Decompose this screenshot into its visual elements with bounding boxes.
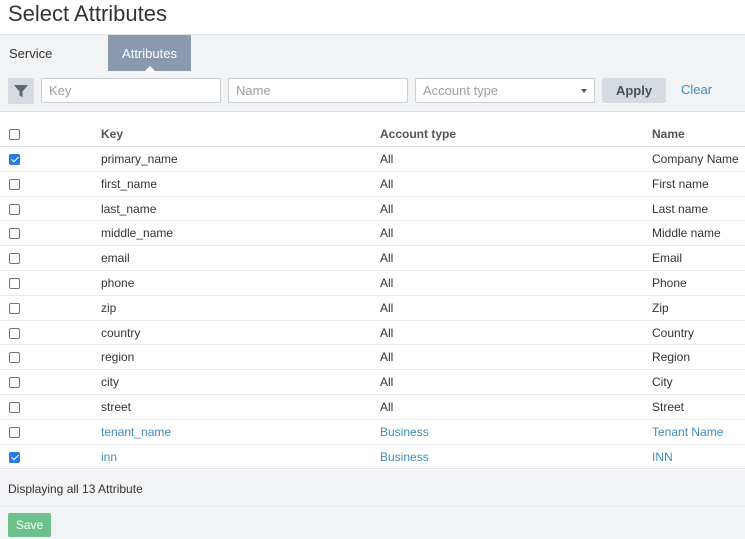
table-row[interactable]: first_name All First name: [0, 172, 745, 197]
table-body: primary_name All Company Name first_name All…: [0, 147, 745, 470]
table-header: Key Account type Name: [0, 121, 745, 147]
name-filter-input[interactable]: [228, 78, 408, 103]
cell-account-type: All: [380, 152, 394, 166]
row-checkbox[interactable]: [9, 451, 20, 463]
cell-account-type: All: [380, 251, 394, 266]
cell-name: Country: [652, 325, 695, 340]
footer: Displaying all 13 Attribute Save: [0, 470, 745, 539]
row-checkbox[interactable]: [9, 154, 20, 165]
table-row[interactable]: phone All Phone: [0, 271, 745, 296]
cell-key: first_name: [101, 176, 158, 191]
row-checkbox[interactable]: [9, 401, 20, 413]
row-checkbox[interactable]: [9, 377, 20, 389]
table-row[interactable]: zip All Zip: [0, 296, 745, 321]
cell-name: Last name: [652, 201, 709, 216]
cell-name: Street: [652, 399, 685, 414]
cell-key[interactable]: inn: [101, 450, 117, 464]
cell-name: City: [652, 375, 673, 390]
cell-key: street: [101, 399, 132, 414]
cell-key: primary_name: [101, 152, 178, 166]
table-row[interactable]: email All Email: [0, 246, 745, 271]
cell-key: last_name: [101, 201, 157, 216]
cell-account-type: All: [380, 350, 394, 365]
cell-name[interactable]: INN: [652, 450, 673, 464]
table-row[interactable]: country All Country: [0, 321, 745, 346]
row-checkbox[interactable]: [9, 253, 20, 265]
clear-link[interactable]: Clear: [681, 82, 712, 97]
key-filter-input[interactable]: [41, 78, 221, 103]
account-type-select[interactable]: Account type: [415, 78, 595, 103]
footer-divider: [0, 506, 745, 507]
cell-name: Phone: [652, 275, 687, 290]
column-header-name[interactable]: Name: [652, 127, 685, 141]
attributes-table: Key Account type Name primary_name All Com…: [0, 121, 745, 470]
cell-account-type: All: [380, 226, 394, 241]
table-row[interactable]: middle_name All Middle name: [0, 221, 745, 247]
cell-account-type: All: [380, 399, 394, 414]
cell-key[interactable]: tenant_name: [101, 425, 171, 439]
cell-key: zip: [101, 300, 117, 315]
cell-key: middle_name: [101, 226, 174, 241]
table-row[interactable]: city All City: [0, 370, 745, 395]
cell-key: region: [101, 350, 135, 365]
apply-button[interactable]: Apply: [602, 78, 666, 103]
row-checkbox[interactable]: [9, 277, 20, 289]
cell-account-type: All: [380, 300, 394, 315]
tab-bar: Service Settings Attributes: [0, 34, 745, 98]
table-row[interactable]: region All Region: [0, 345, 745, 371]
tab-service-settings[interactable]: Service Settings: [0, 35, 108, 98]
cell-name: Zip: [652, 300, 669, 315]
tab-attributes[interactable]: Attributes: [108, 35, 191, 72]
chevron-down-icon: [581, 89, 587, 93]
cell-account-type: All: [380, 375, 394, 390]
cell-account-type: All: [380, 201, 394, 216]
table-row[interactable]: primary_name All Company Name: [0, 147, 745, 172]
filter-funnel-icon: [14, 85, 28, 97]
cell-account-type: All: [380, 325, 394, 340]
row-checkbox[interactable]: [9, 203, 20, 215]
cell-account-type: All: [380, 275, 394, 290]
page-title: Select Attributes: [8, 1, 167, 26]
save-button[interactable]: Save: [8, 513, 51, 537]
cell-key: country: [101, 325, 141, 340]
cell-account-type: All: [380, 176, 394, 191]
cell-key: email: [101, 251, 130, 266]
table-row[interactable]: tenant_name Business Tenant Name: [0, 420, 745, 445]
cell-name: First name: [652, 176, 709, 191]
cell-name: Email: [652, 251, 683, 266]
table-row[interactable]: street All Street: [0, 395, 745, 420]
filter-bar: Account type Apply Clear: [0, 71, 745, 112]
column-header-key[interactable]: Key: [101, 127, 123, 141]
row-checkbox[interactable]: [9, 302, 20, 314]
cell-account-type[interactable]: Business: [380, 425, 429, 439]
cell-name: Middle name: [652, 226, 721, 241]
cell-name: Region: [652, 350, 691, 365]
cell-account-type[interactable]: Business: [380, 450, 429, 464]
row-checkbox[interactable]: [9, 228, 20, 240]
row-checkbox[interactable]: [9, 327, 20, 339]
cell-name: Company Name: [652, 152, 739, 166]
cell-key: city: [101, 375, 119, 390]
table-row[interactable]: last_name All Last name: [0, 197, 745, 222]
cell-key: phone: [101, 275, 135, 290]
status-text: Displaying all 13 Attribute: [8, 482, 143, 496]
table-row[interactable]: inn Business INN: [0, 445, 745, 470]
filter-toggle-button[interactable]: [8, 78, 34, 104]
select-all-checkbox[interactable]: [9, 129, 20, 140]
cell-name[interactable]: Tenant Name: [652, 425, 723, 439]
row-checkbox[interactable]: [9, 352, 20, 364]
row-checkbox[interactable]: [9, 426, 20, 438]
column-header-account-type[interactable]: Account type: [380, 127, 456, 141]
account-type-placeholder: Account type: [423, 83, 499, 98]
row-checkbox[interactable]: [9, 178, 20, 190]
